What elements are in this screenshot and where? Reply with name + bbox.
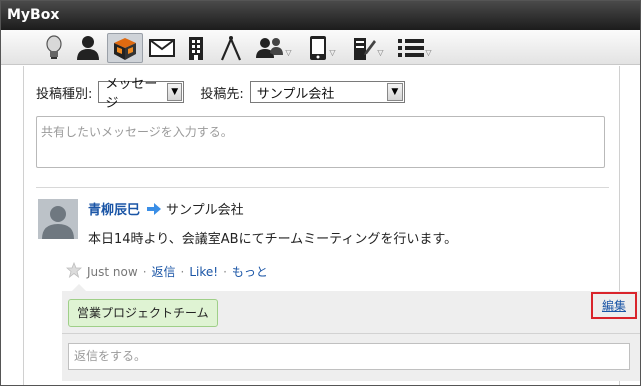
dropdown-arrow-icon: ▼ [167, 83, 183, 101]
more-link[interactable]: もっと [232, 263, 268, 280]
message-input[interactable]: 共有したいメッセージを入力する。 [36, 116, 605, 168]
list-icon[interactable]: ▽ [393, 33, 437, 63]
group-tag[interactable]: 営業プロジェクトチーム [68, 299, 218, 327]
divider [62, 333, 640, 334]
person-icon[interactable] [73, 33, 103, 63]
notch [72, 284, 86, 291]
post-type-label: 投稿種別: [36, 86, 93, 102]
reply-area: 営業プロジェクトチーム 編集 返信をする。 [62, 284, 640, 381]
mybox-icon[interactable] [107, 33, 143, 63]
avatar[interactable] [38, 199, 78, 239]
post-type-select[interactable]: メッセージ ▼ [98, 77, 185, 111]
separator-dot: · [180, 264, 185, 279]
post-time: Just now [87, 264, 138, 279]
edit-link[interactable]: 編集 [591, 292, 637, 319]
post-target[interactable]: サンプル会社 [166, 199, 244, 218]
chevron-down-icon: ▽ [285, 47, 292, 57]
arrow-right-icon [147, 202, 162, 215]
post-meta: Just now · 返信 · Like! · もっと [65, 261, 268, 281]
post-dest-label: 投稿先: [200, 86, 244, 102]
post-dest-value: サンプル会社 [256, 86, 335, 102]
post-body: 本日14時より、会議室ABにてチームミーティングを行います。 [88, 232, 458, 247]
post-header: 青柳辰巳 サンプル会社 [88, 199, 244, 218]
mybox-window: MyBox ▽ ▽ ▽ ▽ 投稿種別: メッセージ ▼ 投稿先: サンプル会社 … [0, 0, 641, 386]
post-dest-select[interactable]: サンプル会社 ▼ [249, 81, 405, 103]
mail-icon[interactable] [147, 33, 177, 63]
chevron-down-icon: ▽ [377, 47, 384, 57]
author-name[interactable]: 青柳辰巳 [88, 199, 140, 218]
reply-input[interactable]: 返信をする。 [68, 343, 630, 370]
chevron-down-icon: ▽ [329, 47, 336, 57]
compose-options: 投稿種別: メッセージ ▼ 投稿先: サンプル会社 ▼ [36, 77, 405, 111]
content-area: 投稿種別: メッセージ ▼ 投稿先: サンプル会社 ▼ 共有したいメッセージを入… [23, 66, 640, 385]
building-icon[interactable] [183, 33, 209, 63]
separator-dot: · [142, 264, 147, 279]
dropdown-arrow-icon: ▼ [386, 83, 403, 101]
like-link[interactable]: Like! [189, 265, 218, 279]
reply-link[interactable]: 返信 [152, 263, 176, 280]
star-icon[interactable] [65, 261, 83, 281]
window-title: MyBox [1, 1, 640, 30]
edit-doc-icon[interactable]: ▽ [347, 33, 389, 63]
phone-icon[interactable]: ▽ [301, 33, 343, 63]
chevron-down-icon: ▽ [425, 47, 432, 57]
lightbulb-icon[interactable] [39, 33, 69, 63]
group-icon[interactable]: ▽ [253, 33, 295, 63]
toolbar: ▽ ▽ ▽ ▽ [1, 30, 640, 65]
post-type-value: メッセージ [105, 77, 158, 111]
compass-icon[interactable] [217, 33, 245, 63]
divider [36, 187, 609, 188]
separator-dot: · [223, 264, 227, 279]
